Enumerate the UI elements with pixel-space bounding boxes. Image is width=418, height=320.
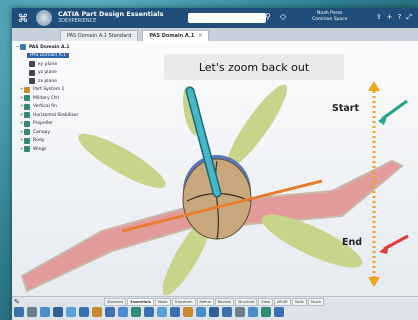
- title-bar: ⌘ CATIA Part Design Essentials 3DEXPERIE…: [12, 8, 418, 28]
- tree-item[interactable]: + Wings: [15, 145, 105, 154]
- tag-icon[interactable]: ◇: [280, 12, 286, 21]
- tree-item[interactable]: + Vertical fin: [15, 103, 105, 112]
- tab-standard[interactable]: Standard: [104, 298, 127, 306]
- document-tabs: PAS Domain A.1 Standard PAS Domain A.1 ×: [12, 28, 418, 41]
- mirror-icon[interactable]: [131, 307, 141, 317]
- instruction-overlay: Let's zoom back out: [164, 54, 344, 80]
- 3d-viewport[interactable]: − PAS Domain A.1 PAS Domain A.1 xy plane…: [12, 41, 418, 296]
- app-window: ⌘ CATIA Part Design Essentials 3DEXPERIE…: [12, 8, 418, 320]
- pencil-icon[interactable]: ✎: [14, 298, 20, 306]
- tree-item[interactable]: yz plane: [15, 69, 105, 78]
- zoom-arrow-top: [368, 81, 380, 91]
- tab-active[interactable]: PAS Domain A.1 ×: [142, 30, 210, 41]
- plane-icon: [29, 61, 35, 68]
- body-icon: [24, 146, 30, 153]
- body-icon: [24, 95, 30, 102]
- tool-icons: [14, 307, 284, 317]
- help-icon[interactable]: ?: [398, 13, 402, 22]
- ds-logo-icon[interactable]: ⌘: [16, 11, 30, 25]
- body-icon: [24, 129, 30, 136]
- tree-item[interactable]: + Propeller: [15, 120, 105, 129]
- tree-item[interactable]: + Part System 1: [15, 86, 105, 95]
- tab-ar-vr[interactable]: AR-VR: [273, 298, 291, 306]
- sketch-icon[interactable]: [14, 307, 24, 317]
- expand-icon[interactable]: ⤢: [406, 13, 412, 22]
- tab-review[interactable]: Review: [214, 298, 234, 306]
- compass-icon[interactable]: [36, 10, 52, 26]
- tab-standard[interactable]: PAS Domain A.1 Standard: [60, 30, 139, 41]
- part-icon: [20, 44, 26, 51]
- share-icon[interactable]: ⇪: [376, 13, 382, 22]
- tab-transform[interactable]: Transform: [171, 298, 196, 306]
- axis-system-icon: [24, 86, 30, 93]
- tab-mode[interactable]: Mode: [154, 298, 171, 306]
- settings-icon[interactable]: [235, 307, 245, 317]
- app-title: CATIA Part Design Essentials 3DEXPERIENC…: [58, 10, 164, 25]
- line-icon[interactable]: [27, 307, 37, 317]
- tree-item[interactable]: + Canopy: [15, 128, 105, 137]
- pad-icon[interactable]: [40, 307, 50, 317]
- pattern-icon[interactable]: [144, 307, 154, 317]
- specification-tree: − PAS Domain A.1 PAS Domain A.1 xy plane…: [15, 43, 105, 154]
- render-icon[interactable]: [209, 307, 219, 317]
- tree-item[interactable]: + Military Ctrl: [15, 94, 105, 103]
- tab-essentials[interactable]: Essentials: [127, 298, 154, 306]
- tab-structure[interactable]: Structure: [234, 298, 258, 306]
- pocket-icon[interactable]: [53, 307, 63, 317]
- tree-item[interactable]: xy plane: [15, 60, 105, 69]
- shell-icon[interactable]: [157, 307, 167, 317]
- body-icon: [24, 103, 30, 110]
- tree-item[interactable]: + Body: [15, 137, 105, 146]
- check-icon[interactable]: [261, 307, 271, 317]
- draft-icon[interactable]: [170, 307, 180, 317]
- close-icon[interactable]: ×: [198, 33, 202, 39]
- measure-icon[interactable]: [183, 307, 193, 317]
- shaft-icon[interactable]: [66, 307, 76, 317]
- zoom-arrow-bottom: [368, 277, 380, 287]
- hole-icon[interactable]: [118, 307, 128, 317]
- search-icon[interactable]: ⚲: [265, 12, 271, 21]
- action-bar-tabs: Standard Essentials Mode Transform Refin…: [104, 298, 324, 306]
- tree-selected[interactable]: PAS Domain A.1: [15, 52, 105, 61]
- header-icons: ⇪ + ? ⤢: [376, 13, 412, 22]
- end-arrow-head: [379, 244, 389, 254]
- more-icon[interactable]: [274, 307, 284, 317]
- groove-icon[interactable]: [79, 307, 89, 317]
- section-icon[interactable]: [196, 307, 206, 317]
- action-bar: ✎ Standard Essentials Mode Transform Ref…: [12, 296, 418, 320]
- tree-item[interactable]: + Horizontal Stabilizer: [15, 111, 105, 120]
- plane-icon: [29, 78, 35, 85]
- start-arrow-head: [378, 114, 388, 125]
- tab-view[interactable]: View: [258, 298, 273, 306]
- view-icon[interactable]: [222, 307, 232, 317]
- tree-root[interactable]: − PAS Domain A.1: [15, 43, 105, 52]
- user-info[interactable]: Noah Perez Common Space: [312, 11, 347, 23]
- plane-icon: [29, 69, 35, 76]
- tab-touch[interactable]: Touch: [307, 298, 324, 306]
- chamfer-icon[interactable]: [105, 307, 115, 317]
- body-icon: [24, 112, 30, 119]
- start-label: Start: [332, 103, 360, 114]
- publish-icon[interactable]: [248, 307, 258, 317]
- end-label: End: [342, 237, 363, 248]
- body-icon: [24, 120, 30, 127]
- tree-item[interactable]: zx plane: [15, 77, 105, 86]
- tab-tools[interactable]: Tools: [291, 298, 307, 306]
- add-icon[interactable]: +: [387, 13, 393, 22]
- search-input[interactable]: [188, 13, 266, 23]
- tab-refine[interactable]: Refine: [196, 298, 214, 306]
- fillet-icon[interactable]: [92, 307, 102, 317]
- body-icon: [24, 137, 30, 144]
